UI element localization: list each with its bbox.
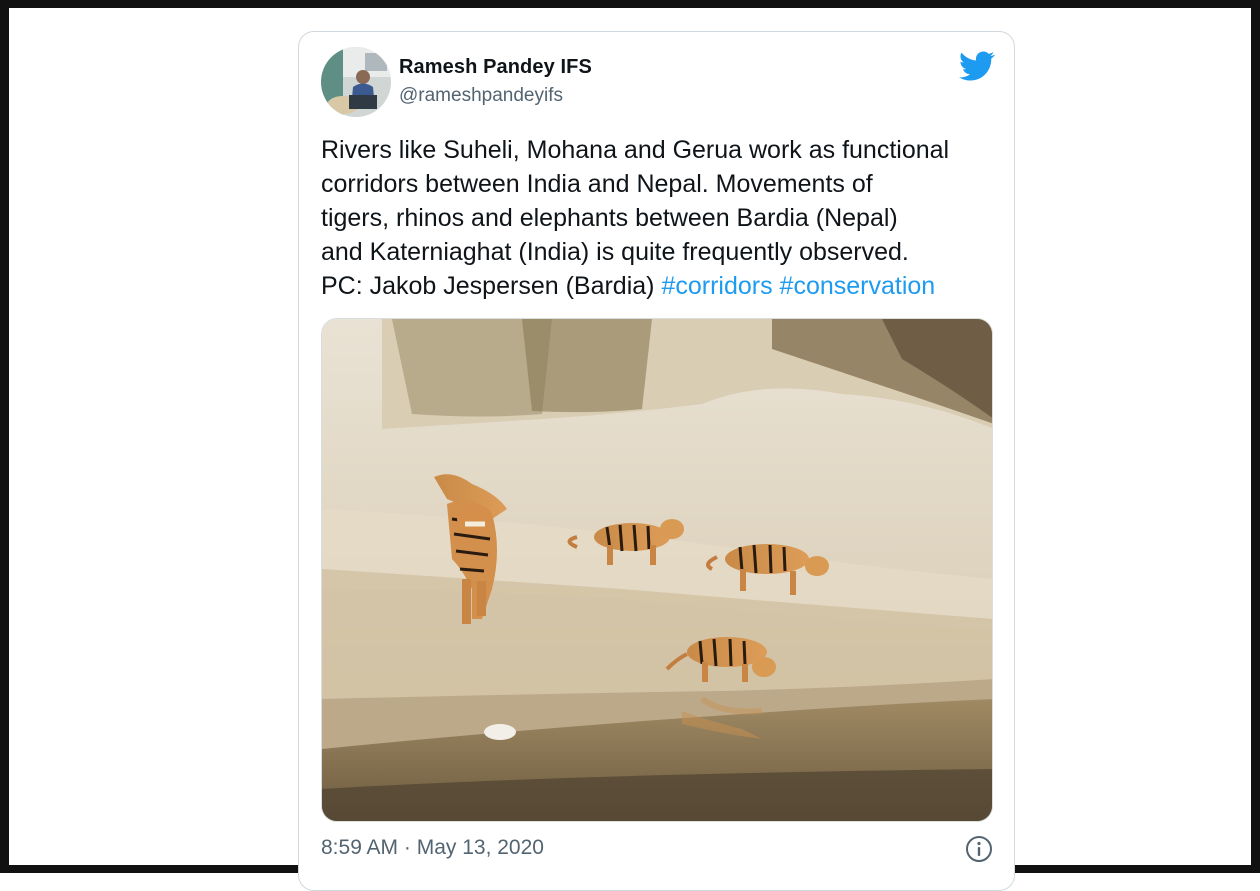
author-avatar[interactable] bbox=[321, 47, 391, 117]
tweet-timestamp[interactable]: 8:59 AM · May 13, 2020 bbox=[321, 836, 544, 860]
tweet-text-line: tigers, rhinos and elephants between Bar… bbox=[321, 204, 898, 232]
tweet-text-line: Rivers like Suheli, Mohana and Gerua wor… bbox=[321, 136, 950, 164]
tweet-text-line: corridors between India and Nepal. Movem… bbox=[321, 170, 873, 198]
author-name[interactable]: Ramesh Pandey IFS bbox=[399, 56, 592, 79]
tweet-photo[interactable] bbox=[321, 318, 993, 822]
photo-credit: PC: Jakob Jespersen (Bardia) bbox=[321, 272, 662, 300]
hashtag-corridors[interactable]: #corridors bbox=[661, 272, 772, 300]
author-handle[interactable]: @rameshpandeyifs bbox=[399, 85, 563, 107]
tweet-card: Ramesh Pandey IFS @rameshpandeyifs River… bbox=[298, 31, 1015, 891]
window-frame-right bbox=[1251, 0, 1260, 873]
tweet-text-line-last: PC: Jakob Jespersen (Bardia) #corridors … bbox=[321, 269, 1011, 303]
window-frame-left bbox=[0, 0, 9, 873]
info-icon[interactable] bbox=[965, 835, 993, 863]
avatar-image bbox=[321, 47, 391, 117]
tweet-text: Rivers like Suheli, Mohana and Gerua wor… bbox=[321, 133, 1011, 303]
tigers-on-riverbank-photo bbox=[322, 319, 992, 821]
tweet-text-line: and Katerniaghat (India) is quite freque… bbox=[321, 238, 909, 266]
window-frame-top bbox=[0, 0, 1260, 8]
hashtag-conservation[interactable]: #conservation bbox=[780, 272, 936, 300]
twitter-bird-icon[interactable] bbox=[959, 48, 995, 84]
